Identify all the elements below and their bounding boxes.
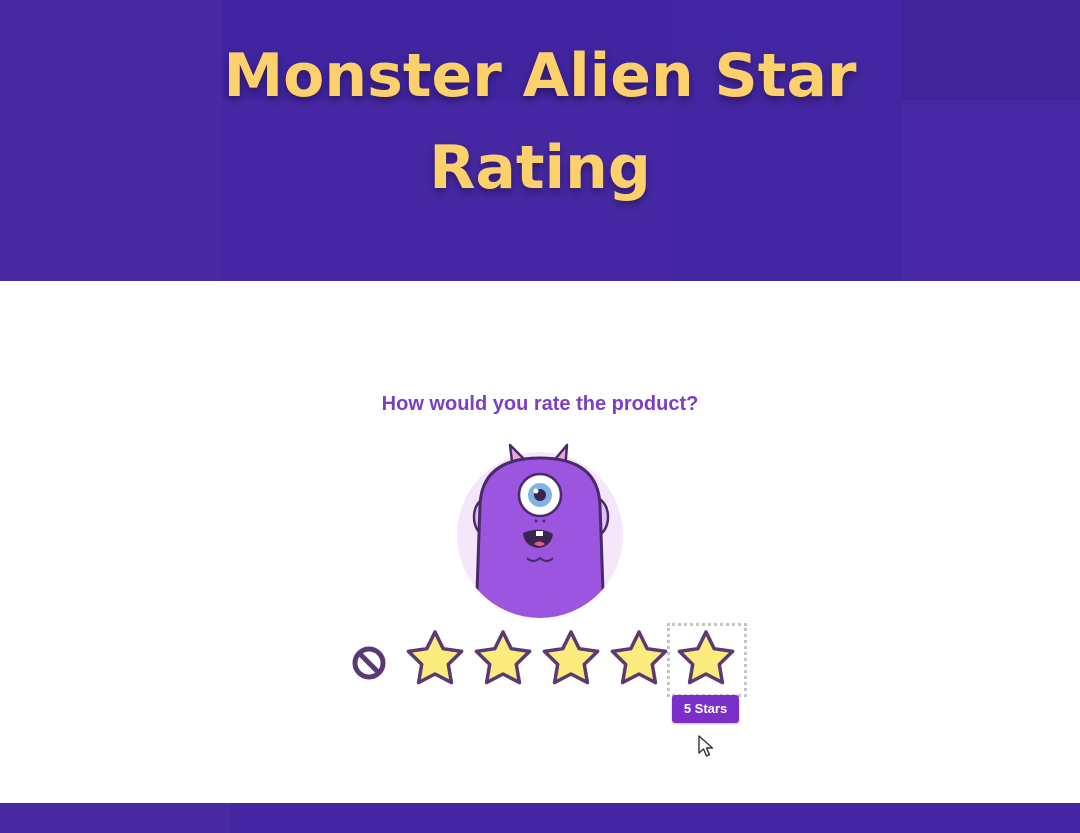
footer-bar <box>0 803 1080 833</box>
star-1-button[interactable] <box>403 628 467 692</box>
page-title: Monster Alien Star Rating <box>223 41 857 203</box>
clear-rating-icon[interactable] <box>350 644 388 682</box>
header-banner: Monster Alien Star Rating <box>0 0 1080 281</box>
star-5-button[interactable] <box>674 628 738 692</box>
star-4-button[interactable] <box>607 628 671 692</box>
monster-avatar <box>457 443 623 618</box>
star-2-button[interactable] <box>471 628 535 692</box>
rating-tooltip: 5 Stars <box>672 695 739 723</box>
mouse-cursor-icon <box>698 735 714 757</box>
footer-tile <box>0 803 230 833</box>
star-3-button[interactable] <box>539 628 603 692</box>
star-rating: 5 Stars <box>0 620 1080 740</box>
rating-question: How would you rate the product? <box>381 393 699 415</box>
